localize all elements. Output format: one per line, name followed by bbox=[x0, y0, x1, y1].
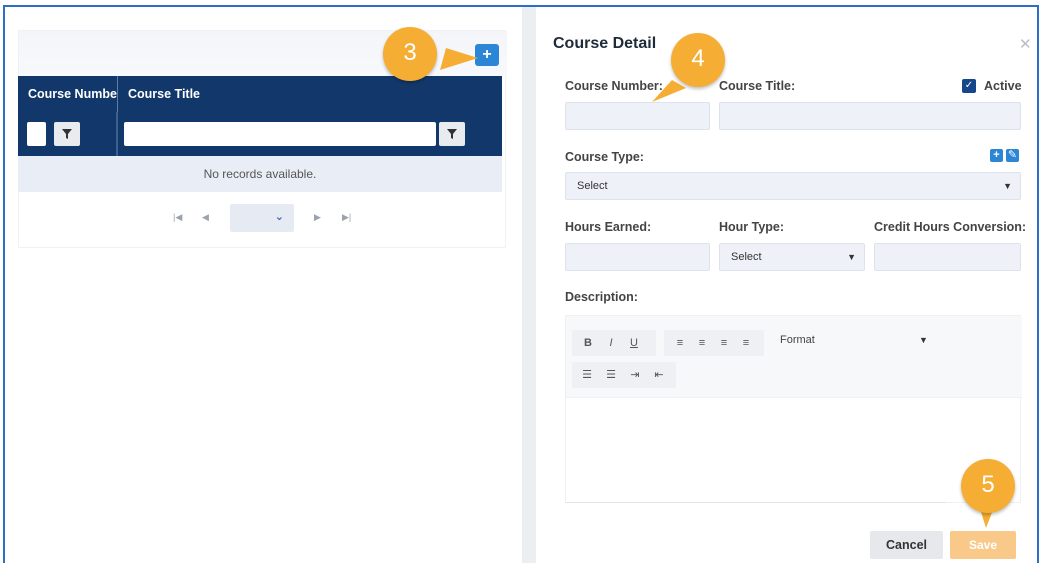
callout-4: 4 bbox=[671, 33, 725, 87]
callout-4-tail bbox=[652, 80, 686, 102]
callout-3: 3 bbox=[383, 27, 437, 81]
callout-tails bbox=[440, 48, 996, 528]
callout-5: 5 bbox=[961, 459, 1015, 513]
callout-3-tail bbox=[440, 48, 478, 70]
